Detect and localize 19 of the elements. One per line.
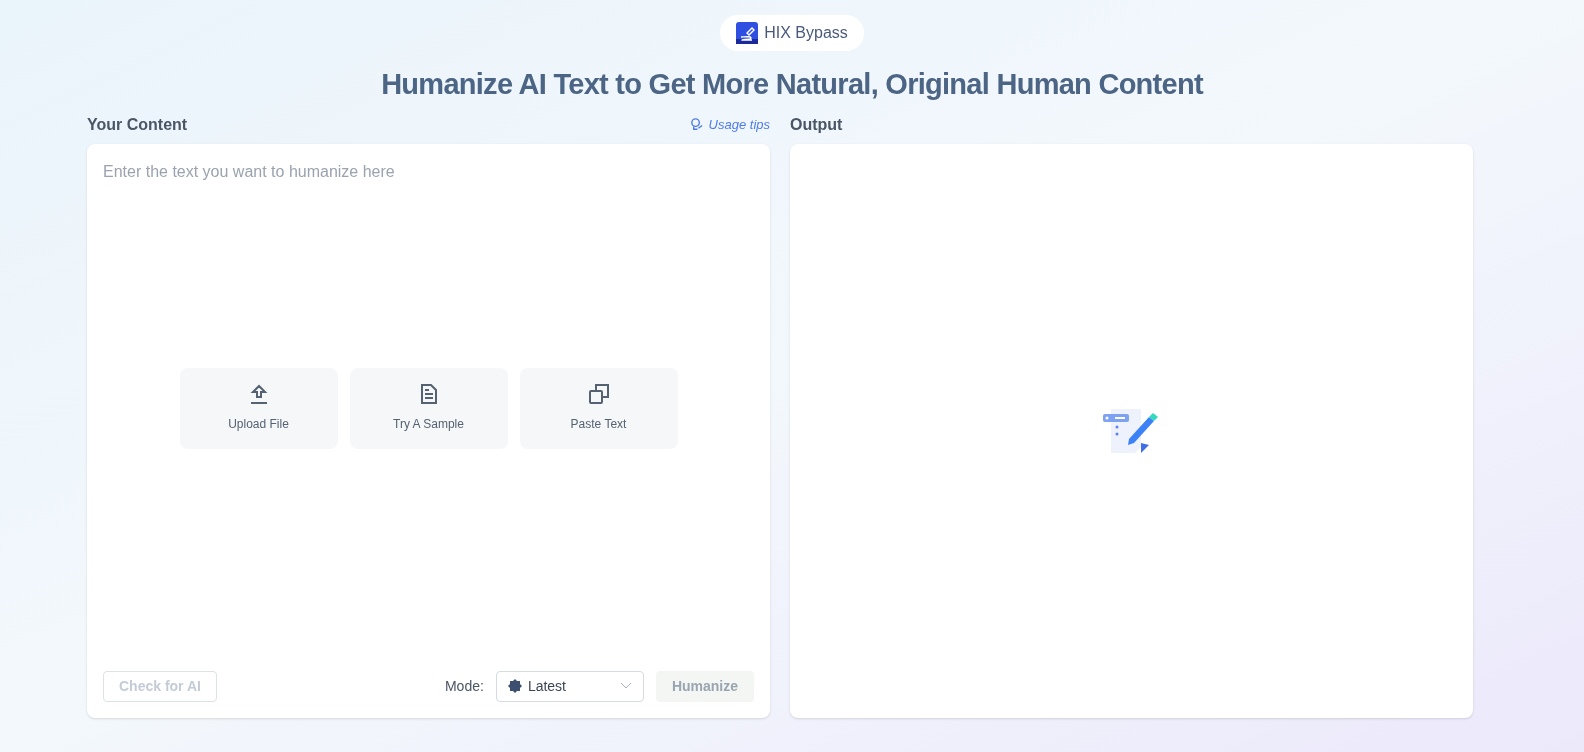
action-tile[interactable]: Paste Text [519,367,678,449]
pen-logo-icon [736,22,759,44]
section-label: Output [790,114,843,135]
brand-badge[interactable]: HIX Bypass [720,15,864,51]
action-tile[interactable]: Try A Sample [349,367,508,449]
usage-tips-link[interactable]: Usage tips [688,114,770,135]
section-label: Your Content [87,114,188,135]
badge-icon [507,679,522,693]
document-icon [419,383,438,405]
action-tile[interactable]: Upload File [179,367,338,449]
lightbulb-icon [688,117,704,132]
document-pen-icon [1102,406,1161,455]
mode-select[interactable]: Latest [495,670,644,702]
page-headline: Humanize AI Text to Get More Natural, Original Human Content [381,67,1203,102]
chevron-down-icon [619,682,632,690]
upload-icon [248,383,269,405]
copy-icon [587,383,610,405]
brand-name: HIX Bypass [764,23,848,43]
mode-label: Mode: [444,676,484,696]
